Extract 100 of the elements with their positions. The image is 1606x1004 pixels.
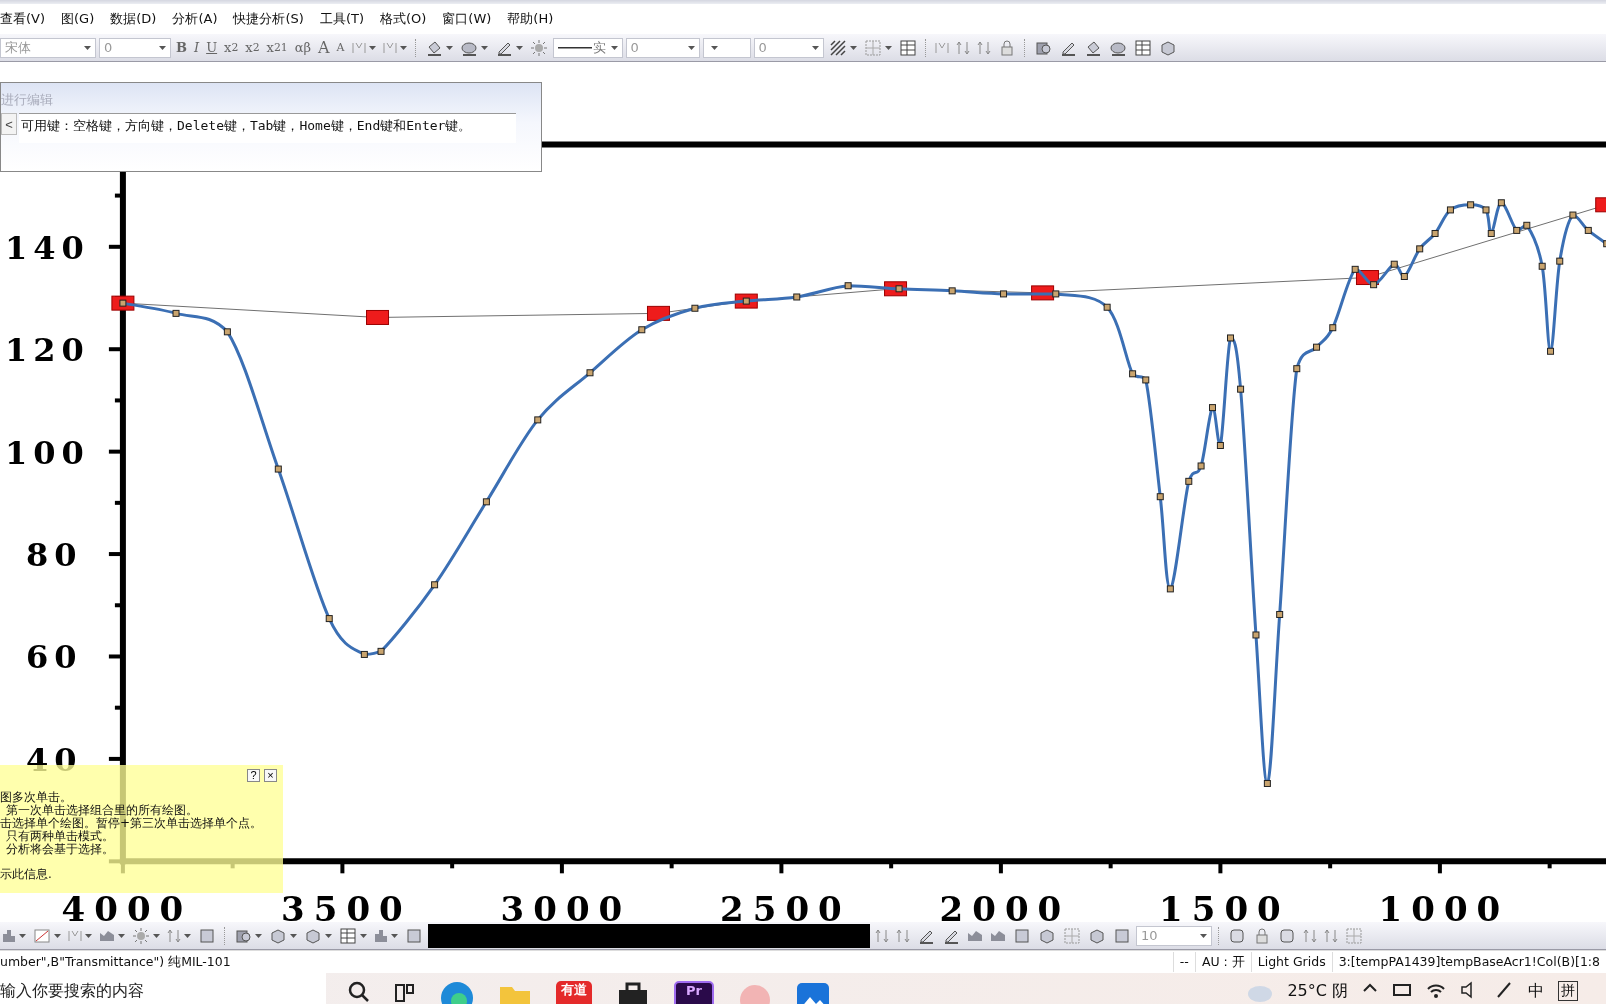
data-marker[interactable] (742, 297, 750, 305)
data-marker[interactable] (274, 465, 282, 473)
weather-text[interactable]: 25°C 阴 (1287, 981, 1348, 1002)
data-marker[interactable] (1142, 376, 1150, 384)
data-marker[interactable] (1497, 199, 1505, 207)
data-marker[interactable] (1584, 226, 1592, 234)
data-marker[interactable] (1603, 240, 1606, 248)
task-view-icon[interactable] (394, 981, 416, 1003)
menu-item[interactable]: 数据(D) (102, 10, 165, 28)
anchor-marker[interactable] (1595, 197, 1606, 213)
data-marker[interactable] (1197, 462, 1205, 470)
data-marker[interactable] (586, 369, 594, 377)
help-button[interactable]: ? (247, 769, 260, 782)
data-marker[interactable] (844, 282, 852, 290)
menu-item[interactable]: 图(G) (53, 10, 103, 28)
data-marker[interactable] (1313, 343, 1321, 351)
data-marker[interactable] (1482, 206, 1490, 214)
menu-item[interactable]: 帮助(H) (499, 10, 562, 28)
x-tick-label: 2000 (939, 889, 1071, 922)
menu-item[interactable]: 格式(O) (371, 10, 435, 28)
caret-icon (184, 933, 191, 938)
data-marker[interactable] (325, 615, 333, 623)
data-marker[interactable] (119, 299, 127, 307)
data-marker[interactable] (1400, 273, 1408, 280)
back-button[interactable]: < (1, 113, 17, 135)
data-marker[interactable] (223, 328, 231, 336)
data-marker[interactable] (1523, 221, 1531, 229)
search-icon[interactable] (348, 981, 370, 1003)
data-marker[interactable] (377, 647, 385, 655)
arrows-icon (1324, 928, 1338, 943)
ime-indicator[interactable]: 中 (1528, 981, 1544, 1002)
menu-item[interactable]: 工具(T) (311, 10, 372, 28)
caret-icon (811, 45, 819, 50)
data-marker[interactable] (360, 650, 368, 658)
data-marker[interactable] (1227, 334, 1234, 342)
data-marker[interactable] (1293, 365, 1301, 373)
data-marker[interactable] (895, 285, 903, 293)
data-marker[interactable] (1237, 385, 1245, 393)
data-marker[interactable] (1000, 290, 1008, 298)
search-field[interactable]: 输入你要搜索的内容 (0, 973, 326, 1004)
format-button[interactable]: αβ (292, 36, 313, 59)
app-icon[interactable]: 有道 (556, 981, 592, 1004)
data-marker[interactable] (691, 304, 699, 312)
data-marker[interactable] (1276, 611, 1284, 618)
app-icon[interactable]: Pr (674, 981, 714, 1004)
data-marker[interactable] (1263, 780, 1271, 787)
caret-icon (368, 45, 376, 50)
data-marker[interactable] (1216, 442, 1224, 449)
data-marker[interactable] (1166, 585, 1174, 593)
data-marker[interactable] (1052, 290, 1060, 298)
data-marker[interactable] (1431, 230, 1439, 237)
edit-panel-title: 进行编辑 (1, 91, 53, 109)
arrows-icon (167, 928, 181, 943)
data-marker[interactable] (1569, 211, 1577, 219)
data-marker[interactable] (1446, 206, 1454, 214)
data-marker[interactable] (1556, 257, 1564, 265)
data-marker[interactable] (1487, 230, 1495, 237)
data-marker[interactable] (1416, 245, 1424, 253)
data-marker[interactable] (1547, 347, 1555, 355)
network-icon[interactable] (1392, 981, 1412, 999)
data-marker[interactable] (172, 309, 180, 317)
data-marker[interactable] (1252, 631, 1260, 639)
data-marker[interactable] (1156, 493, 1164, 501)
anchor-marker[interactable] (366, 309, 389, 325)
status-field: -- (1172, 952, 1195, 972)
line-style-combo[interactable]: 实 (552, 37, 623, 58)
data-marker[interactable] (1467, 201, 1475, 209)
caret-icon (399, 45, 407, 50)
data-marker[interactable] (1209, 404, 1216, 412)
help-button[interactable]: × (264, 769, 277, 782)
status-field: 3:[tempPA1439]tempBaseAcr1!Col(B)[1:8 (1331, 952, 1606, 972)
menu-item[interactable]: 分析(A) (164, 10, 226, 28)
data-marker[interactable] (1103, 303, 1111, 311)
data-marker[interactable] (1329, 324, 1337, 332)
data-marker[interactable] (1351, 265, 1359, 273)
data-marker[interactable] (431, 581, 439, 589)
color-combo[interactable] (702, 37, 751, 58)
format-button[interactable]: A (334, 36, 347, 59)
data-marker[interactable] (948, 287, 956, 295)
data-marker[interactable] (1513, 226, 1521, 234)
data-marker[interactable] (1185, 477, 1193, 485)
format-button[interactable]: B (174, 36, 189, 59)
arrows-icon (976, 40, 991, 55)
data-marker[interactable] (1129, 370, 1137, 378)
data-marker[interactable] (638, 326, 646, 334)
column-chart-icon (374, 928, 388, 943)
menu-item[interactable]: 快捷分析(S) (225, 10, 312, 28)
menu-item[interactable]: 查看(V) (0, 10, 54, 28)
menu-item[interactable]: 窗口(W) (434, 10, 500, 28)
ime-mode[interactable]: 拼 (1558, 981, 1578, 1001)
format-button[interactable]: U (204, 36, 220, 59)
anchor-marker[interactable] (647, 305, 670, 321)
data-marker[interactable] (793, 293, 801, 301)
format-button[interactable]: I (192, 36, 202, 59)
data-marker[interactable] (1538, 262, 1546, 270)
data-marker[interactable] (1370, 281, 1378, 289)
data-marker[interactable] (1390, 260, 1398, 268)
format-button[interactable]: A (316, 36, 332, 59)
data-marker[interactable] (534, 416, 542, 424)
data-marker[interactable] (482, 498, 490, 506)
